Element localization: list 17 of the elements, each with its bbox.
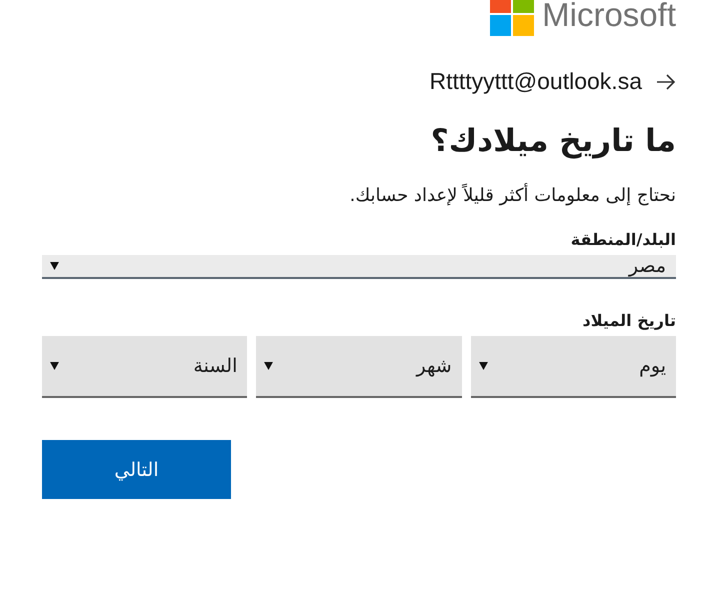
caret-icon <box>50 262 59 270</box>
back-arrow-icon[interactable] <box>656 74 676 90</box>
field-label: تاريخ الميلاد <box>582 311 676 330</box>
description-text: نحتاج إلى معلومات أكثر قليلاً لإعداد حسابك. <box>348 185 676 206</box>
date-dropdown[interactable]: يوم <box>470 336 676 398</box>
logo-text: Microsoft <box>542 0 676 30</box>
logo-icon <box>490 0 534 36</box>
account-email: Rttttyyttt@outlook.sa <box>429 68 642 95</box>
date-dropdown[interactable]: شهر <box>256 336 462 398</box>
caret-icon <box>478 362 488 370</box>
caret-icon <box>50 362 60 370</box>
field-label: البلد/المنطقة <box>570 230 676 249</box>
date-dropdown[interactable]: السنة <box>42 336 248 398</box>
country-dropdown[interactable]: مصر <box>42 255 676 279</box>
page-heading: ما تاريخ ميلادك؟ <box>430 123 676 159</box>
next-button[interactable]: التالي <box>42 440 231 499</box>
caret-icon <box>264 362 274 370</box>
